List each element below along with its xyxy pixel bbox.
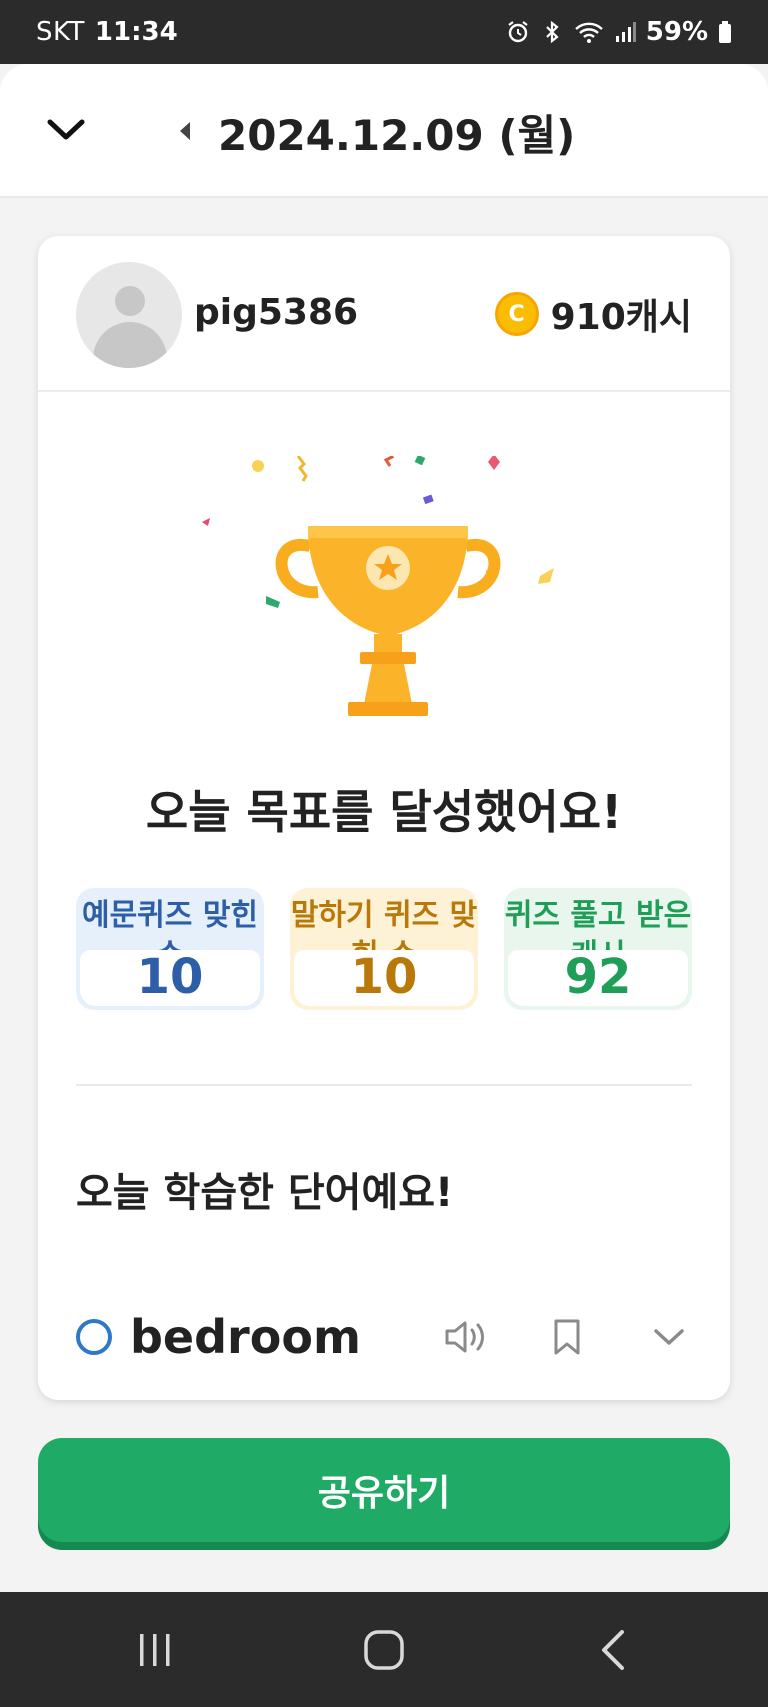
carrier-label: SKT [36,17,85,47]
username: pig5386 [194,292,359,333]
learned-words-title: 오늘 학습한 단어예요! [76,1170,454,1216]
confetti-piece [422,494,434,505]
word-row[interactable]: bedroom [76,1302,692,1372]
confetti-piece [252,460,264,472]
collapse-button[interactable] [42,110,90,150]
signal-icon [615,22,636,42]
status-icons: 59% [506,17,732,47]
bluetooth-icon [545,20,559,44]
speaker-icon [445,1321,484,1353]
pronounce-button[interactable] [442,1314,488,1360]
avatar [76,262,182,368]
share-button[interactable]: 공유하기 [38,1438,730,1542]
stat-card-example-quiz: 예문퀴즈 맞힌 수 10 [76,888,264,1010]
confetti-piece [538,568,554,584]
system-nav-bar [0,1592,768,1707]
confetti-piece [488,456,500,470]
divider [76,1084,692,1086]
stat-value: 10 [350,949,418,1005]
confetti-piece [296,456,308,482]
recents-button[interactable] [125,1620,185,1680]
previous-date-button[interactable] [178,116,198,146]
battery-percent: 59% [645,17,708,47]
confetti-piece [266,596,280,608]
stat-card-earned-cash: 퀴즈 풀고 받은 캐시 92 [504,888,692,1010]
word-actions [442,1314,692,1360]
word-text: bedroom [130,1310,361,1364]
alarm-icon [508,21,528,43]
date-title: 2024.12.09 (월) [218,111,576,160]
home-icon [364,1629,404,1670]
coin-icon: C [494,292,539,336]
back-icon [602,1629,625,1670]
profile-row: pig5386 C 910캐시 [38,236,730,392]
bookmark-button[interactable] [544,1314,590,1360]
battery-icon [719,21,731,43]
stat-value: 92 [564,949,632,1005]
bookmark-icon [554,1319,580,1355]
result-card: pig5386 C 910캐시 오늘 목표를 달성했어요! 예문퀴즈 맞힌 10… [38,236,730,1400]
status-time: 11:34 [94,17,178,47]
cash-amount: 910캐시 [550,297,692,338]
confetti-piece [202,518,210,526]
date-header: 2024.12.09 (월) [0,64,768,198]
trophy-base [348,702,428,716]
goal-achieved-title: 오늘 목표를 달성했어요! [145,785,623,839]
chevron-down-icon [47,119,85,140]
trophy-illustration [202,456,554,716]
caret-left-icon [180,122,190,140]
home-button[interactable] [354,1620,414,1680]
stats-row: 예문퀴즈 맞힌 수 10 말하기 퀴즈 맞힌 수 10 퀴즈 풀고 받은 캐시 … [76,888,692,1010]
wifi-icon [574,22,603,43]
stat-card-speaking-quiz: 말하기 퀴즈 맞힌 수 10 [290,888,478,1010]
back-button[interactable] [583,1620,643,1680]
recents-icon [139,1633,170,1666]
chevron-down-icon [654,1329,684,1345]
expand-word-button[interactable] [646,1314,692,1360]
confetti-piece [414,456,426,466]
stat-value: 10 [136,949,204,1005]
status-bar: SKT 11:34 59% [0,0,768,64]
confetti-piece [383,456,395,467]
word-status-circle [76,1319,112,1355]
cash-balance: C 910캐시 [494,288,692,340]
